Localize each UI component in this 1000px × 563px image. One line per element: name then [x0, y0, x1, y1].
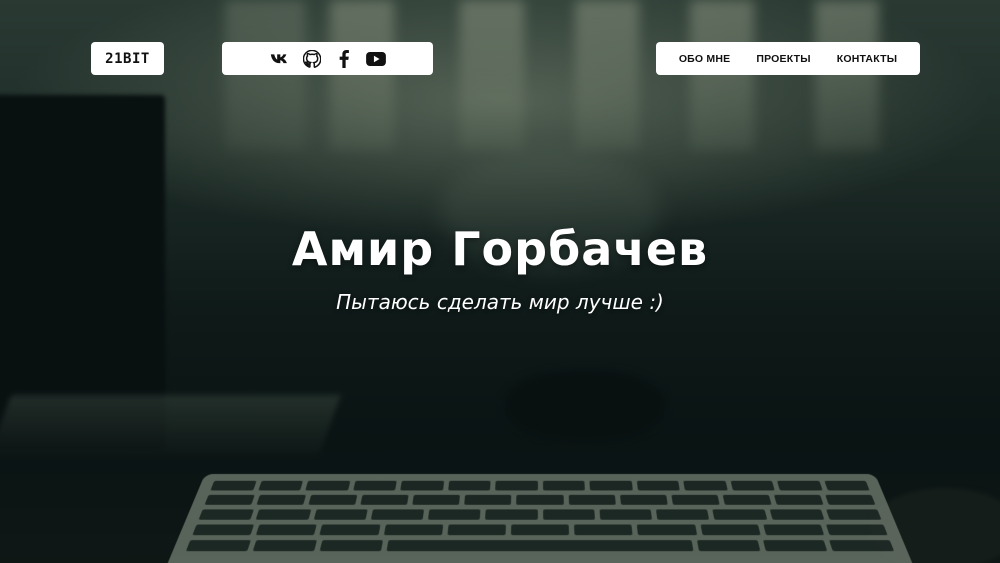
logo-label: 21BIT: [105, 50, 150, 67]
youtube-icon[interactable]: [365, 49, 386, 69]
main-nav: ОБО МНЕ ПРОЕКТЫ КОНТАКТЫ: [656, 42, 920, 75]
logo-button[interactable]: 21BIT: [91, 42, 164, 75]
hero-section: 21BIT ОБО МНЕ ПРОЕКТЫ КОНТАКТЫ Амир Горб…: [0, 0, 1000, 563]
facebook-icon[interactable]: [334, 49, 354, 69]
hero-title: Амир Горбачев: [291, 222, 709, 276]
hero-subtitle: Пытаюсь сделать мир лучше :): [336, 290, 664, 314]
background-overlay: [0, 0, 1000, 563]
nav-item-contacts[interactable]: КОНТАКТЫ: [837, 53, 897, 65]
nav-item-projects[interactable]: ПРОЕКТЫ: [756, 53, 810, 65]
nav-item-about[interactable]: ОБО МНЕ: [679, 53, 731, 65]
social-links: [222, 42, 433, 75]
github-icon[interactable]: [302, 49, 322, 69]
vk-icon[interactable]: [270, 49, 290, 69]
